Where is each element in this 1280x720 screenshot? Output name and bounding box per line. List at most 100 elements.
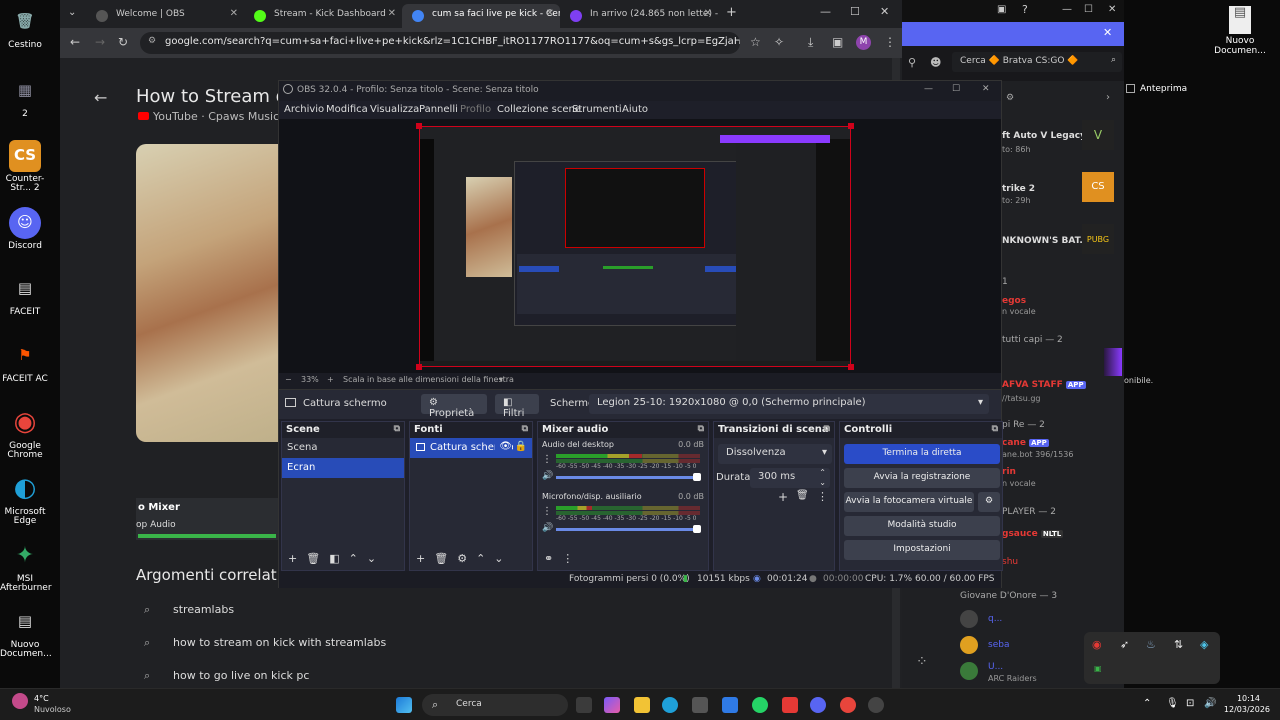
transition-select[interactable]: Dissolvenza ▾ bbox=[718, 444, 832, 464]
file-explorer-icon[interactable] bbox=[634, 697, 650, 713]
avatar[interactable] bbox=[960, 662, 978, 680]
desktop-icon[interactable]: CS Counter-Str... 2 bbox=[0, 140, 50, 194]
maximize-icon[interactable]: ☐ bbox=[1084, 4, 1093, 15]
chat-user[interactable]: egos bbox=[1002, 296, 1026, 306]
dock-undock-icon[interactable]: ⧉ bbox=[824, 424, 830, 434]
extensions-icon[interactable]: ✧ bbox=[774, 35, 784, 49]
dock-undock-icon[interactable]: ⧉ bbox=[394, 424, 400, 434]
avatar[interactable] bbox=[960, 610, 978, 628]
copilot-icon[interactable] bbox=[604, 697, 620, 713]
move-down-icon[interactable]: ⌄ bbox=[494, 552, 512, 565]
avatar[interactable]: M bbox=[856, 35, 871, 50]
desktop-icon[interactable]: ▤ FACEIT bbox=[0, 273, 50, 317]
task-view-icon[interactable] bbox=[576, 697, 592, 713]
close-tab-icon[interactable]: ✕ bbox=[230, 8, 238, 19]
browser-tab[interactable]: In arrivo (24.865 non lette) - jg...✕ bbox=[560, 4, 718, 28]
sidepanel-icon[interactable]: ▣ bbox=[832, 35, 843, 49]
video-thumbnail[interactable] bbox=[136, 144, 278, 442]
reload-icon[interactable]: ↻ bbox=[118, 35, 128, 49]
move-up-icon[interactable]: ⌃ bbox=[349, 552, 367, 565]
speaker-icon[interactable]: 🔊 bbox=[542, 523, 553, 533]
desktop-icon[interactable]: ⚑ FACEIT AC bbox=[0, 340, 50, 384]
game-name[interactable]: NKNOWN'S BAT... bbox=[1002, 236, 1090, 246]
link-icon[interactable]: ⚭ bbox=[544, 552, 562, 565]
speaker-icon[interactable]: 🔊 bbox=[542, 471, 553, 481]
friends-icon[interactable]: ☻ bbox=[930, 56, 941, 69]
tab-search-icon[interactable]: ⌄ bbox=[68, 7, 76, 18]
weather-temp[interactable]: 4°C bbox=[34, 694, 49, 703]
tray-app-icon[interactable]: ◈ bbox=[1200, 638, 1208, 651]
desktop-icon[interactable]: ◉ Google Chrome bbox=[0, 407, 50, 461]
desktop-icon[interactable]: ▦ 2 bbox=[0, 75, 50, 119]
delete-icon[interactable]: 🗑 bbox=[796, 490, 809, 501]
minimize-icon[interactable]: — bbox=[924, 84, 933, 94]
related-item[interactable]: how to stream on kick with streamlabs bbox=[173, 636, 386, 649]
resize-handle[interactable] bbox=[416, 123, 422, 129]
browser-tab[interactable]: Stream - Kick Dashboard ✕ bbox=[244, 4, 402, 28]
volume-slider[interactable] bbox=[556, 476, 700, 479]
browser-tab[interactable]: Welcome | OBS ✕ bbox=[86, 4, 244, 28]
properties-button[interactable]: ⚙ Proprietà bbox=[421, 394, 487, 419]
tray-app-icon[interactable]: ♨ bbox=[1146, 638, 1156, 651]
menu-item-collezione-scene[interactable]: Collezione scene bbox=[497, 104, 581, 115]
desktop-icon[interactable]: ◐ Microsoft Edge bbox=[0, 473, 50, 527]
volume-icon[interactable]: 🔊 bbox=[1204, 698, 1216, 709]
edge-taskbar-icon[interactable] bbox=[662, 697, 678, 713]
volume-slider-handle[interactable] bbox=[693, 473, 701, 481]
dock-undock-icon[interactable]: ⧉ bbox=[698, 424, 704, 434]
chat-user[interactable]: U... bbox=[988, 662, 1003, 672]
maximize-icon[interactable]: ☐ bbox=[952, 84, 960, 94]
close-tab-icon[interactable]: ✕ bbox=[704, 8, 712, 19]
dock-undock-icon[interactable]: ⧉ bbox=[522, 424, 528, 434]
volume-slider[interactable] bbox=[556, 528, 700, 531]
obs-taskbar-icon[interactable] bbox=[868, 697, 884, 713]
browser-tab-active[interactable]: cum sa faci live pe kick - Cerca c✕ bbox=[402, 4, 560, 28]
close-window-icon[interactable]: ✕ bbox=[880, 5, 889, 18]
site-info-icon[interactable]: ⚙ bbox=[148, 36, 156, 46]
visibility-eye-icon[interactable]: 👁 bbox=[495, 441, 512, 452]
duration-input[interactable]: 300 ms ⌃ ⌄ bbox=[750, 468, 830, 488]
chrome-taskbar-icon[interactable] bbox=[840, 697, 856, 713]
close-window-icon[interactable]: ✕ bbox=[982, 84, 990, 94]
weather-icon[interactable] bbox=[12, 693, 28, 709]
tray-app-icon[interactable]: ▣ bbox=[1094, 664, 1102, 673]
dock-undock-icon[interactable]: ⧉ bbox=[992, 424, 998, 434]
add-icon[interactable]: + bbox=[778, 490, 788, 504]
tray-app-icon[interactable]: ⇅ bbox=[1174, 638, 1183, 651]
pin-icon[interactable]: ⚲ bbox=[908, 56, 916, 69]
add-icon[interactable]: + bbox=[288, 552, 306, 565]
preview-label[interactable]: Anteprima bbox=[1140, 84, 1187, 94]
stepper-arrows-icon[interactable]: ⌃ ⌄ bbox=[819, 468, 826, 488]
menu-item-profilo[interactable]: Profilo bbox=[460, 104, 491, 115]
gear-icon[interactable]: ⚙ bbox=[457, 552, 476, 565]
menu-item-aiuto[interactable]: Aiuto bbox=[622, 104, 648, 115]
windows-start-icon[interactable] bbox=[396, 697, 412, 713]
screen-select[interactable]: Legion 25-10: 1920x1080 @ 0,0 (Schermo p… bbox=[589, 394, 989, 414]
new-tab-icon[interactable]: + bbox=[726, 5, 737, 20]
help-icon[interactable]: ? bbox=[1022, 3, 1028, 16]
tray-app-icon[interactable]: ➶ bbox=[1120, 638, 1129, 651]
delete-icon[interactable]: 🗑 bbox=[306, 552, 329, 565]
video-title[interactable]: How to Stream on bbox=[136, 86, 298, 107]
whatsapp-icon[interactable] bbox=[752, 697, 768, 713]
discord-search-input[interactable]: Cerca 🔶 Bratva CS:GO 🔶 ⌕ bbox=[952, 52, 1122, 72]
store-icon[interactable] bbox=[692, 697, 708, 713]
channel-menu-icon[interactable]: ⋮ bbox=[542, 454, 552, 465]
game-name[interactable]: trike 2 bbox=[1002, 184, 1035, 194]
wps-icon[interactable] bbox=[782, 697, 798, 713]
bookmark-star-icon[interactable]: ☆ bbox=[750, 35, 761, 49]
menu-icon[interactable]: ⋮ bbox=[817, 490, 828, 503]
grid-icon[interactable]: ⁘ bbox=[916, 654, 928, 670]
menu-item-archivio[interactable]: Archivio bbox=[284, 104, 324, 115]
chat-user[interactable]: rin bbox=[1002, 467, 1016, 477]
minimize-icon[interactable]: — bbox=[1062, 4, 1072, 15]
desktop-icon[interactable]: ✦ MSI Afterburner bbox=[0, 540, 52, 594]
move-down-icon[interactable]: ⌄ bbox=[367, 552, 385, 565]
source-item-selected[interactable]: Cattura schermo 👁 🔒 bbox=[410, 438, 532, 458]
chat-user[interactable]: cane APP bbox=[1002, 438, 1049, 448]
maximize-icon[interactable]: ☐ bbox=[850, 5, 860, 18]
virtual-camera-button[interactable]: Avvia la fotocamera virtuale bbox=[844, 492, 974, 512]
related-item[interactable]: how to go live on kick pc bbox=[173, 669, 309, 682]
chat-user[interactable]: shu bbox=[1002, 557, 1018, 567]
discord-taskbar-icon[interactable] bbox=[810, 697, 826, 713]
